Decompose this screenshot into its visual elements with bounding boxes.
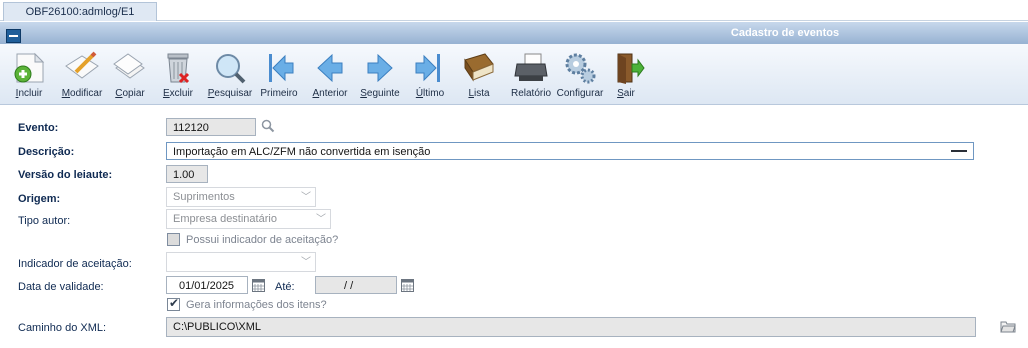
- chevron-down-icon: ﹀: [301, 192, 311, 203]
- incluir-button[interactable]: Incluir: [3, 48, 55, 102]
- sair-button[interactable]: Sair: [600, 48, 652, 102]
- descricao-field[interactable]: Importação em ALC/ZFM não convertida em …: [166, 142, 974, 160]
- first-arrow-icon: [269, 54, 294, 82]
- tipo-autor-select[interactable]: Empresa destinatário ﹀: [166, 209, 331, 229]
- gera-info-label: Gera informações dos itens?: [186, 299, 327, 311]
- last-arrow-icon: [415, 54, 440, 82]
- evento-label: Evento:: [18, 122, 59, 134]
- add-document-icon: [14, 52, 45, 83]
- tab-strip: OBF26100:admlog/E1: [0, 0, 1028, 21]
- exit-door-icon: [617, 53, 645, 84]
- book-icon: [464, 53, 494, 82]
- calendar-icon[interactable]: [252, 279, 265, 292]
- next-arrow-icon: [367, 53, 393, 83]
- lista-button[interactable]: Lista: [453, 48, 505, 102]
- gears-icon: [565, 53, 596, 84]
- origem-select[interactable]: Suprimentos ﹀: [166, 187, 316, 207]
- edit-document-icon: [65, 51, 99, 79]
- folder-icon[interactable]: [1000, 320, 1016, 333]
- trash-icon: [167, 53, 190, 84]
- expand-icon[interactable]: [951, 150, 967, 152]
- window-titlebar: [0, 22, 1028, 44]
- magnifier-icon: [216, 54, 246, 84]
- versao-field[interactable]: 1.00: [166, 165, 208, 183]
- printer-icon: [514, 53, 548, 81]
- evento-field[interactable]: 112120: [166, 118, 256, 136]
- search-icon[interactable]: [261, 119, 275, 133]
- sair-label: Sair: [617, 88, 635, 99]
- possui-indicador-checkbox[interactable]: [167, 233, 180, 246]
- gera-info-checkbox[interactable]: [167, 296, 180, 311]
- data-validade-field[interactable]: 01/01/2025: [166, 276, 248, 294]
- window-menu-icon[interactable]: [6, 29, 21, 43]
- indicador-select[interactable]: ﹀: [166, 252, 316, 272]
- copy-document-icon: [113, 53, 145, 79]
- ate-field[interactable]: / /: [315, 276, 397, 294]
- origem-value: Suprimentos: [173, 191, 235, 203]
- previous-arrow-icon: [317, 53, 343, 83]
- descricao-label: Descrição:: [18, 146, 75, 158]
- tab-obf26100[interactable]: OBF26100:admlog/E1: [3, 2, 157, 21]
- tipo-autor-value: Empresa destinatário: [173, 213, 277, 225]
- origem-label: Origem:: [18, 193, 61, 205]
- calendar-icon[interactable]: [401, 279, 414, 292]
- excluir-button[interactable]: Excluir: [152, 48, 204, 102]
- caminho-xml-label: Caminho do XML:: [18, 322, 107, 334]
- versao-label: Versão do leiaute:: [18, 169, 113, 181]
- ate-label: Até:: [275, 281, 295, 293]
- window-title: Cadastro de eventos: [730, 27, 840, 39]
- indicador-label: Indicador de aceitação:: [18, 258, 132, 270]
- possui-indicador-label: Possui indicador de aceitação?: [186, 234, 339, 246]
- descricao-value: Importação em ALC/ZFM não convertida em …: [173, 146, 431, 158]
- chevron-down-icon: ﹀: [301, 257, 311, 268]
- data-validade-label: Data de validade:: [18, 281, 104, 293]
- caminho-xml-field[interactable]: C:\PUBLICO\XML: [166, 317, 976, 337]
- chevron-down-icon: ﹀: [316, 214, 326, 225]
- tipo-autor-label: Tipo autor:: [18, 215, 71, 227]
